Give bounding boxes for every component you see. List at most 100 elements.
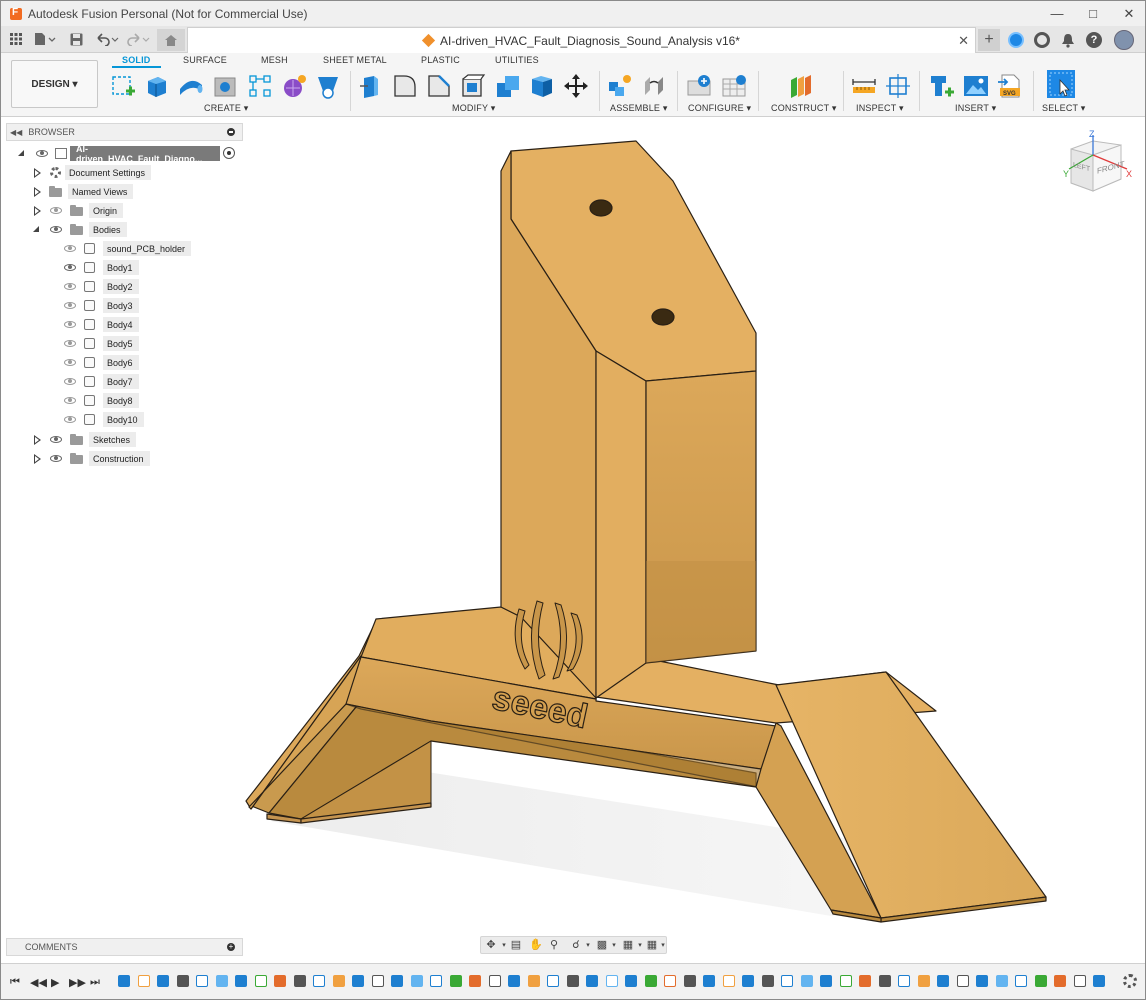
select-group-label[interactable]: SELECT ▾ xyxy=(1042,103,1085,114)
timeline-feature-icon[interactable] xyxy=(625,975,637,987)
timeline-feature-icon[interactable] xyxy=(1054,975,1066,987)
create-derive-icon[interactable] xyxy=(315,73,341,99)
create-box-icon[interactable] xyxy=(144,73,170,99)
configure-group-label[interactable]: CONFIGURE ▾ xyxy=(688,103,751,114)
browser-body-item[interactable]: Body5 xyxy=(1,336,246,352)
insert-svg-icon[interactable]: SVG xyxy=(997,73,1023,99)
notifications-bell-icon[interactable] xyxy=(1057,29,1079,51)
timeline-feature-icon[interactable] xyxy=(430,975,442,987)
play-icon[interactable]: ▶ xyxy=(51,976,59,989)
extensions-icon[interactable] xyxy=(1005,29,1027,51)
replace-face-icon[interactable] xyxy=(529,73,555,99)
timeline-feature-icon[interactable] xyxy=(274,975,286,987)
step-back-icon[interactable]: ◀◀ xyxy=(30,976,47,989)
timeline-feature-icon[interactable] xyxy=(1034,975,1047,987)
timeline-feature-icon[interactable] xyxy=(586,975,598,987)
close-tab-icon[interactable]: ✕ xyxy=(958,33,969,49)
timeline-feature-icon[interactable] xyxy=(976,975,988,987)
create-form-icon[interactable] xyxy=(281,73,307,99)
collapse-browser-icon[interactable]: ◀◀ xyxy=(10,128,22,137)
fit-dropdown-icon[interactable]: ▾ xyxy=(581,939,595,952)
visibility-eye-icon[interactable] xyxy=(64,340,76,347)
timeline-feature-icon[interactable] xyxy=(605,975,618,987)
zoom-icon[interactable]: ⚲ xyxy=(547,939,561,952)
timeline-feature-icon[interactable] xyxy=(469,975,481,987)
new-tab-button[interactable]: + xyxy=(978,29,1000,51)
timeline-feature-icon[interactable] xyxy=(703,975,715,987)
browser-root-row[interactable]: AI-driven_HVAC_Fault_Diagno... xyxy=(1,144,246,164)
browser-body-item[interactable]: Body8 xyxy=(1,393,246,409)
configure-rules-icon[interactable] xyxy=(722,73,748,99)
construct-group-label[interactable]: CONSTRUCT ▾ xyxy=(771,103,837,114)
new-component-icon[interactable] xyxy=(607,73,633,99)
visibility-eye-icon[interactable] xyxy=(50,207,62,214)
expand-triangle-icon[interactable] xyxy=(33,226,39,232)
visibility-eye-icon[interactable] xyxy=(64,321,76,328)
timeline-feature-icon[interactable] xyxy=(196,975,208,987)
timeline-feature-icon[interactable] xyxy=(118,975,130,987)
close-window-button[interactable]: ✕ xyxy=(1111,1,1145,26)
expand-triangle-icon[interactable] xyxy=(34,454,41,464)
timeline-feature-icon[interactable] xyxy=(878,975,891,987)
tab-plastic[interactable]: PLASTIC xyxy=(421,55,460,65)
browser-origin[interactable]: Origin xyxy=(1,203,246,219)
redo-icon[interactable] xyxy=(125,30,153,48)
app-grid-icon[interactable] xyxy=(9,30,23,48)
chamfer-icon[interactable] xyxy=(426,73,452,99)
insert-derive-icon[interactable] xyxy=(929,73,955,99)
visibility-eye-icon[interactable] xyxy=(50,226,62,233)
timeline-feature-icon[interactable] xyxy=(157,975,169,987)
user-avatar[interactable] xyxy=(1113,29,1135,51)
browser-body-item[interactable]: Body10 xyxy=(1,412,246,428)
document-tab[interactable]: AI-driven_HVAC_Fault_Diagnosis_Sound_Ana… xyxy=(187,27,976,53)
create-pattern-icon[interactable] xyxy=(247,73,273,99)
timeline-feature-icon[interactable] xyxy=(254,975,267,987)
create-group-label[interactable]: CREATE ▾ xyxy=(204,103,248,114)
visibility-eye-icon[interactable] xyxy=(50,436,62,443)
timeline-feature-icon[interactable] xyxy=(683,975,696,987)
timeline-feature-icon[interactable] xyxy=(566,975,579,987)
timeline-feature-icon[interactable] xyxy=(293,975,306,987)
tab-utilities[interactable]: UTILITIES xyxy=(495,55,539,65)
browser-bodies-folder[interactable]: Bodies xyxy=(1,222,246,238)
assemble-group-label[interactable]: ASSEMBLE ▾ xyxy=(610,103,668,114)
activate-component-radio[interactable] xyxy=(223,147,235,159)
insert-group-label[interactable]: INSERT ▾ xyxy=(955,103,996,114)
timeline-feature-icon[interactable] xyxy=(508,975,520,987)
visibility-eye-icon[interactable] xyxy=(64,397,76,404)
browser-body-item[interactable]: Body6 xyxy=(1,355,246,371)
timeline-feature-icon[interactable] xyxy=(527,975,540,987)
timeline-feature-icon[interactable] xyxy=(449,975,462,987)
expand-triangle-icon[interactable] xyxy=(34,168,41,178)
add-comment-icon[interactable]: + xyxy=(227,943,235,951)
expand-triangle-icon[interactable] xyxy=(18,150,24,156)
visibility-eye-icon[interactable] xyxy=(64,283,76,290)
timeline-feature-icon[interactable] xyxy=(235,975,247,987)
browser-construction-folder[interactable]: Construction xyxy=(1,451,246,467)
visibility-eye-icon[interactable] xyxy=(64,245,76,252)
visibility-eye-icon[interactable] xyxy=(50,455,62,462)
inspect-group-label[interactable]: INSPECT ▾ xyxy=(856,103,904,114)
go-to-end-icon[interactable]: ⏭ xyxy=(90,976,100,989)
timeline-feature-icon[interactable] xyxy=(391,975,403,987)
expand-triangle-icon[interactable] xyxy=(34,187,41,197)
fillet-icon[interactable] xyxy=(392,73,418,99)
browser-panel-header[interactable]: ◀◀ BROWSER xyxy=(6,123,243,141)
browser-document-settings[interactable]: Document Settings xyxy=(1,165,246,181)
tab-solid[interactable]: SOLID xyxy=(112,55,160,68)
timeline-feature-icon[interactable] xyxy=(742,975,754,987)
timeline-feature-icon[interactable] xyxy=(644,975,657,987)
step-forward-icon[interactable]: ▶▶ xyxy=(69,976,86,989)
timeline-feature-icon[interactable] xyxy=(937,975,949,987)
visibility-eye-icon[interactable] xyxy=(64,378,76,385)
measure-icon[interactable] xyxy=(851,73,877,99)
look-at-icon[interactable]: ▤ xyxy=(509,939,523,952)
timeline-feature-icon[interactable] xyxy=(859,975,871,987)
undo-icon[interactable] xyxy=(94,30,122,48)
timeline-feature-icon[interactable] xyxy=(332,975,345,987)
tab-mesh[interactable]: MESH xyxy=(261,55,288,65)
timeline-feature-icon[interactable] xyxy=(176,975,189,987)
home-button[interactable] xyxy=(157,29,185,51)
timeline-feature-icon[interactable] xyxy=(956,975,969,987)
visibility-eye-icon[interactable] xyxy=(64,302,76,309)
